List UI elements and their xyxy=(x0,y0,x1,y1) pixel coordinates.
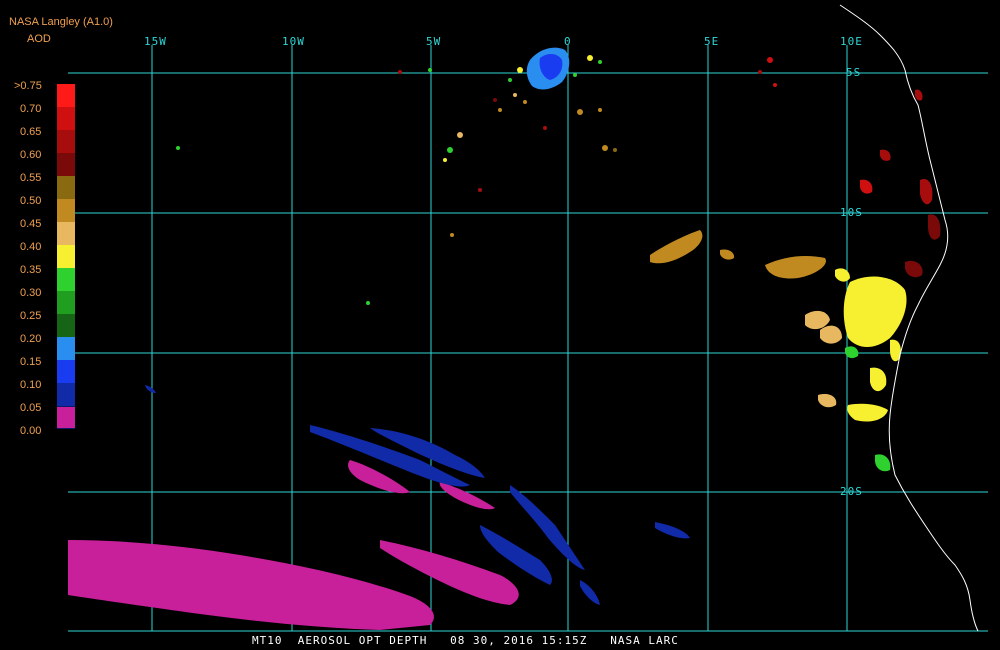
legend-swatch xyxy=(57,176,75,199)
map-caption: MT10 AEROSOL OPT DEPTH 08 30, 2016 15:15… xyxy=(252,634,679,647)
legend-swatch xyxy=(57,383,75,406)
legend-swatch xyxy=(57,268,75,291)
legend-swatch xyxy=(57,84,75,107)
lat-label-10s: 10S xyxy=(840,206,863,219)
lat-label-20s: 20S xyxy=(840,485,863,498)
lon-label-5w: 5W xyxy=(426,35,442,48)
lon-label-10w: 10W xyxy=(282,35,305,48)
legend-swatch xyxy=(57,199,75,222)
legend-swatch xyxy=(57,245,75,268)
legend-swatch xyxy=(57,291,75,314)
lon-label-10e: 10E xyxy=(840,35,863,48)
legend-swatch xyxy=(57,337,75,360)
variable-label: AOD xyxy=(27,33,51,45)
legend-swatch xyxy=(57,107,75,130)
lat-label-5s: 5S xyxy=(846,66,862,79)
legend-swatch xyxy=(57,153,75,176)
legend-swatch xyxy=(57,314,75,337)
legend-swatch xyxy=(57,130,75,153)
legend-swatch xyxy=(57,360,75,383)
lon-label-0: 0 xyxy=(564,35,572,48)
legend-swatch xyxy=(57,222,75,245)
aod-map xyxy=(0,0,1000,650)
lon-label-15w: 15W xyxy=(144,35,167,48)
legend-swatch xyxy=(57,407,75,428)
lon-label-5e: 5E xyxy=(704,35,720,48)
source-label: NASA Langley (A1.0) xyxy=(9,16,113,28)
